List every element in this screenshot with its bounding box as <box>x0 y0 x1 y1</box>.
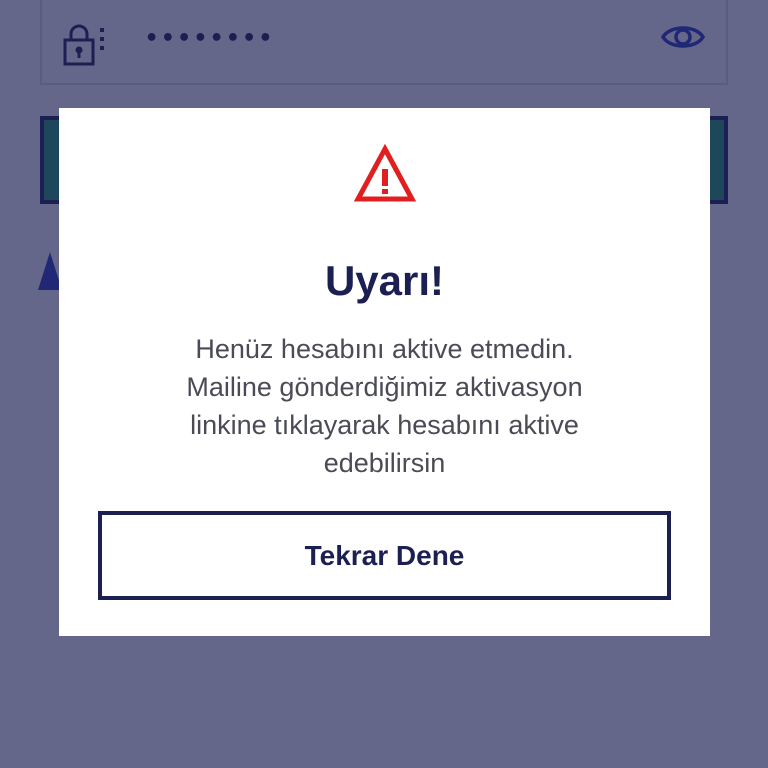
message-line: Henüz hesabını aktive etmedin. <box>195 334 574 364</box>
message-line: edebilirsin <box>323 448 446 478</box>
alert-dialog: Uyarı! Henüz hesabını aktive etmedin. Ma… <box>59 108 710 636</box>
dialog-message: Henüz hesabını aktive etmedin. Mailine g… <box>129 330 640 482</box>
dialog-title: Uyarı! <box>324 257 445 304</box>
message-line: linkine tıklayarak hesabını aktive <box>190 410 579 440</box>
retry-button[interactable]: Tekrar Dene <box>98 511 671 600</box>
warning-icon <box>354 144 416 202</box>
message-line: Mailine gönderdiğimiz aktivasyon <box>186 372 583 402</box>
